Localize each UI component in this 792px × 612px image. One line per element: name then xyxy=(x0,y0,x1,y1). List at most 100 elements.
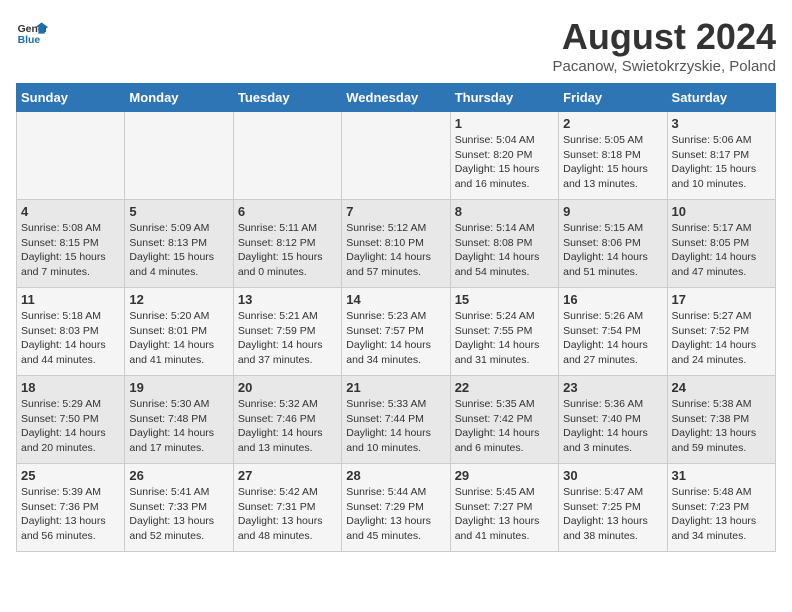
calendar-cell: 6 Sunrise: 5:11 AM Sunset: 8:12 PM Daylig… xyxy=(233,200,341,288)
calendar-cell: 11 Sunrise: 5:18 AM Sunset: 8:03 PM Dayli… xyxy=(17,288,125,376)
weekday-header: Friday xyxy=(559,84,667,112)
day-number: 19 xyxy=(129,380,228,395)
cell-info: Sunrise: 5:32 AM Sunset: 7:46 PM Dayligh… xyxy=(238,397,337,456)
calendar-cell: 15 Sunrise: 5:24 AM Sunset: 7:55 PM Dayli… xyxy=(450,288,558,376)
calendar-cell: 18 Sunrise: 5:29 AM Sunset: 7:50 PM Dayli… xyxy=(17,376,125,464)
title-block: August 2024 Pacanow, Swietokrzyskie, Pol… xyxy=(553,16,776,75)
calendar-cell: 2 Sunrise: 5:05 AM Sunset: 8:18 PM Daylig… xyxy=(559,112,667,200)
day-number: 10 xyxy=(672,204,771,219)
cell-info: Sunrise: 5:04 AM Sunset: 8:20 PM Dayligh… xyxy=(455,133,554,192)
weekday-header: Monday xyxy=(125,84,233,112)
cell-info: Sunrise: 5:26 AM Sunset: 7:54 PM Dayligh… xyxy=(563,309,662,368)
cell-info: Sunrise: 5:47 AM Sunset: 7:25 PM Dayligh… xyxy=(563,485,662,544)
cell-info: Sunrise: 5:27 AM Sunset: 7:52 PM Dayligh… xyxy=(672,309,771,368)
day-number: 7 xyxy=(346,204,445,219)
day-number: 28 xyxy=(346,468,445,483)
weekday-header: Sunday xyxy=(17,84,125,112)
calendar-cell: 1 Sunrise: 5:04 AM Sunset: 8:20 PM Daylig… xyxy=(450,112,558,200)
calendar-cell: 4Sunrise: 5:08 AM Sunset: 8:15 PM Daylig… xyxy=(17,200,125,288)
cell-info: Sunrise: 5:38 AM Sunset: 7:38 PM Dayligh… xyxy=(672,397,771,456)
calendar-cell: 21Sunrise: 5:33 AM Sunset: 7:44 PM Dayli… xyxy=(342,376,450,464)
subtitle: Pacanow, Swietokrzyskie, Poland xyxy=(553,58,776,75)
calendar-cell: 7 Sunrise: 5:12 AM Sunset: 8:10 PM Daylig… xyxy=(342,200,450,288)
calendar-cell: 29 Sunrise: 5:45 AM Sunset: 7:27 PM Dayli… xyxy=(450,464,558,552)
cell-info: Sunrise: 5:15 AM Sunset: 8:06 PM Dayligh… xyxy=(563,221,662,280)
calendar-cell: 30 Sunrise: 5:47 AM Sunset: 7:25 PM Dayli… xyxy=(559,464,667,552)
calendar-cell: 23 Sunrise: 5:36 AM Sunset: 7:40 PM Dayli… xyxy=(559,376,667,464)
day-number: 27 xyxy=(238,468,337,483)
calendar-cell xyxy=(17,112,125,200)
day-number: 31 xyxy=(672,468,771,483)
calendar-cell: 26Sunrise: 5:41 AM Sunset: 7:33 PM Dayli… xyxy=(125,464,233,552)
calendar-cell: 13 Sunrise: 5:21 AM Sunset: 7:59 PM Dayli… xyxy=(233,288,341,376)
calendar-cell: 19Sunrise: 5:30 AM Sunset: 7:48 PM Dayli… xyxy=(125,376,233,464)
calendar-cell: 17Sunrise: 5:27 AM Sunset: 7:52 PM Dayli… xyxy=(667,288,775,376)
svg-text:Blue: Blue xyxy=(18,35,41,46)
weekday-header: Wednesday xyxy=(342,84,450,112)
calendar-cell: 8Sunrise: 5:14 AM Sunset: 8:08 PM Daylig… xyxy=(450,200,558,288)
day-number: 22 xyxy=(455,380,554,395)
day-number: 30 xyxy=(563,468,662,483)
calendar-cell xyxy=(125,112,233,200)
cell-info: Sunrise: 5:42 AM Sunset: 7:31 PM Dayligh… xyxy=(238,485,337,544)
day-number: 2 xyxy=(563,116,662,131)
weekday-header: Thursday xyxy=(450,84,558,112)
cell-info: Sunrise: 5:20 AM Sunset: 8:01 PM Dayligh… xyxy=(129,309,228,368)
calendar-cell: 10 Sunrise: 5:17 AM Sunset: 8:05 PM Dayli… xyxy=(667,200,775,288)
cell-info: Sunrise: 5:08 AM Sunset: 8:15 PM Dayligh… xyxy=(21,221,120,280)
day-number: 24 xyxy=(672,380,771,395)
calendar-week-row: 11 Sunrise: 5:18 AM Sunset: 8:03 PM Dayli… xyxy=(17,288,776,376)
day-number: 6 xyxy=(238,204,337,219)
cell-info: Sunrise: 5:48 AM Sunset: 7:23 PM Dayligh… xyxy=(672,485,771,544)
main-title: August 2024 xyxy=(553,16,776,58)
weekday-header: Tuesday xyxy=(233,84,341,112)
day-number: 15 xyxy=(455,292,554,307)
cell-info: Sunrise: 5:18 AM Sunset: 8:03 PM Dayligh… xyxy=(21,309,120,368)
page-header: General Blue August 2024 Pacanow, Swieto… xyxy=(16,16,776,75)
calendar-cell: 12 Sunrise: 5:20 AM Sunset: 8:01 PM Dayli… xyxy=(125,288,233,376)
calendar-cell: 24 Sunrise: 5:38 AM Sunset: 7:38 PM Dayli… xyxy=(667,376,775,464)
calendar-cell: 27 Sunrise: 5:42 AM Sunset: 7:31 PM Dayli… xyxy=(233,464,341,552)
cell-info: Sunrise: 5:44 AM Sunset: 7:29 PM Dayligh… xyxy=(346,485,445,544)
day-number: 23 xyxy=(563,380,662,395)
calendar-cell: 5 Sunrise: 5:09 AM Sunset: 8:13 PM Daylig… xyxy=(125,200,233,288)
cell-info: Sunrise: 5:29 AM Sunset: 7:50 PM Dayligh… xyxy=(21,397,120,456)
cell-info: Sunrise: 5:45 AM Sunset: 7:27 PM Dayligh… xyxy=(455,485,554,544)
cell-info: Sunrise: 5:09 AM Sunset: 8:13 PM Dayligh… xyxy=(129,221,228,280)
calendar-cell xyxy=(233,112,341,200)
day-number: 13 xyxy=(238,292,337,307)
day-number: 29 xyxy=(455,468,554,483)
cell-info: Sunrise: 5:24 AM Sunset: 7:55 PM Dayligh… xyxy=(455,309,554,368)
day-number: 20 xyxy=(238,380,337,395)
calendar-cell: 22 Sunrise: 5:35 AM Sunset: 7:42 PM Dayli… xyxy=(450,376,558,464)
cell-info: Sunrise: 5:11 AM Sunset: 8:12 PM Dayligh… xyxy=(238,221,337,280)
calendar-cell: 9 Sunrise: 5:15 AM Sunset: 8:06 PM Daylig… xyxy=(559,200,667,288)
cell-info: Sunrise: 5:36 AM Sunset: 7:40 PM Dayligh… xyxy=(563,397,662,456)
calendar-week-row: 25 Sunrise: 5:39 AM Sunset: 7:36 PM Dayli… xyxy=(17,464,776,552)
calendar-week-row: 4Sunrise: 5:08 AM Sunset: 8:15 PM Daylig… xyxy=(17,200,776,288)
weekday-header-row: SundayMondayTuesdayWednesdayThursdayFrid… xyxy=(17,84,776,112)
calendar-cell: 14Sunrise: 5:23 AM Sunset: 7:57 PM Dayli… xyxy=(342,288,450,376)
day-number: 1 xyxy=(455,116,554,131)
weekday-header: Saturday xyxy=(667,84,775,112)
cell-info: Sunrise: 5:06 AM Sunset: 8:17 PM Dayligh… xyxy=(672,133,771,192)
cell-info: Sunrise: 5:12 AM Sunset: 8:10 PM Dayligh… xyxy=(346,221,445,280)
day-number: 9 xyxy=(563,204,662,219)
cell-info: Sunrise: 5:21 AM Sunset: 7:59 PM Dayligh… xyxy=(238,309,337,368)
cell-info: Sunrise: 5:17 AM Sunset: 8:05 PM Dayligh… xyxy=(672,221,771,280)
day-number: 5 xyxy=(129,204,228,219)
cell-info: Sunrise: 5:39 AM Sunset: 7:36 PM Dayligh… xyxy=(21,485,120,544)
day-number: 18 xyxy=(21,380,120,395)
calendar-week-row: 18 Sunrise: 5:29 AM Sunset: 7:50 PM Dayli… xyxy=(17,376,776,464)
day-number: 12 xyxy=(129,292,228,307)
cell-info: Sunrise: 5:14 AM Sunset: 8:08 PM Dayligh… xyxy=(455,221,554,280)
calendar-cell: 3Sunrise: 5:06 AM Sunset: 8:17 PM Daylig… xyxy=(667,112,775,200)
cell-info: Sunrise: 5:35 AM Sunset: 7:42 PM Dayligh… xyxy=(455,397,554,456)
calendar-week-row: 1 Sunrise: 5:04 AM Sunset: 8:20 PM Daylig… xyxy=(17,112,776,200)
calendar-cell xyxy=(342,112,450,200)
day-number: 11 xyxy=(21,292,120,307)
day-number: 16 xyxy=(563,292,662,307)
day-number: 25 xyxy=(21,468,120,483)
cell-info: Sunrise: 5:05 AM Sunset: 8:18 PM Dayligh… xyxy=(563,133,662,192)
logo: General Blue xyxy=(16,16,48,48)
